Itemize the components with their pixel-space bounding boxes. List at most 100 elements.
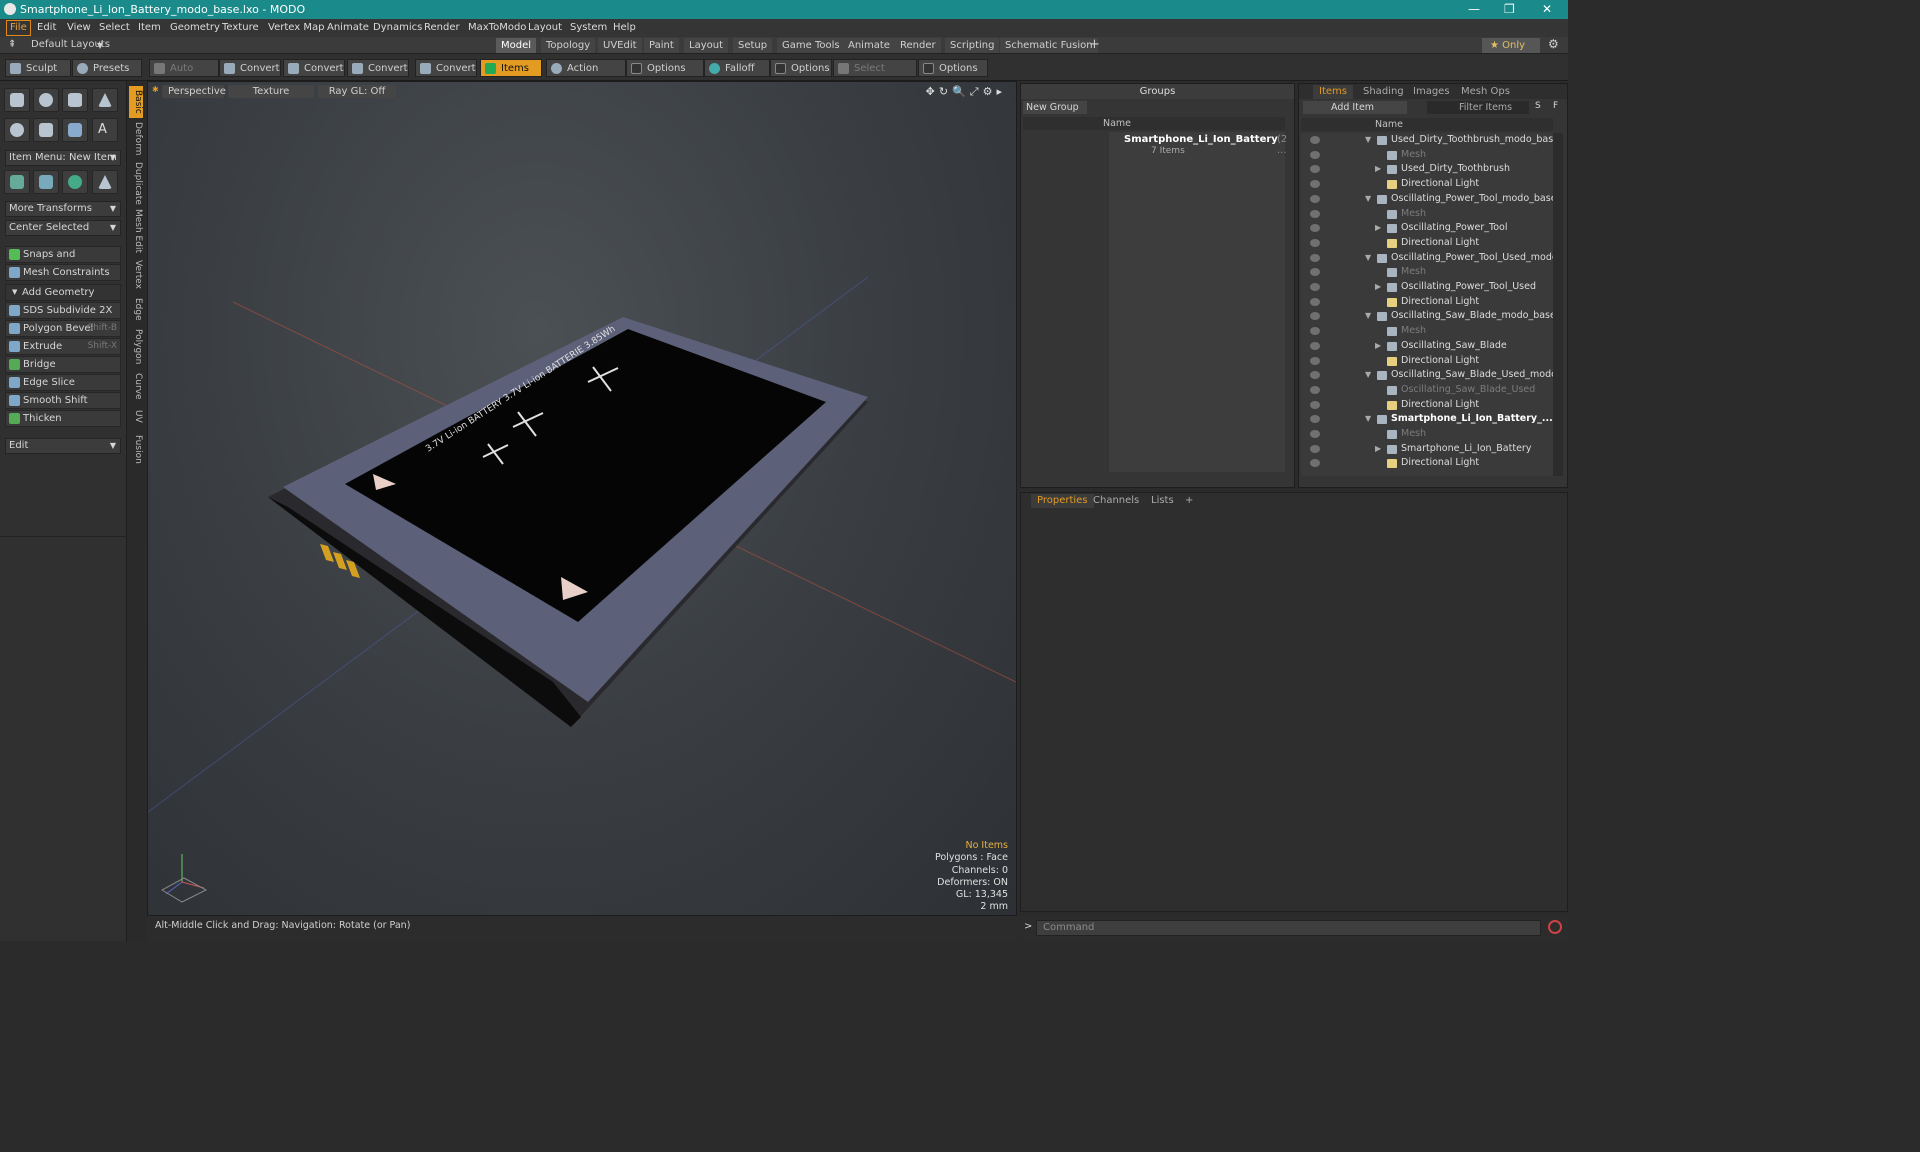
- layouts-icon[interactable]: ⇞: [8, 39, 16, 50]
- visibility-eye-icon[interactable]: [1310, 209, 1320, 218]
- tree-row[interactable]: ▼ Oscillating_Saw_Blade_Used_modo_...: [1301, 368, 1553, 383]
- expand-triangle-icon[interactable]: ▶: [1375, 162, 1381, 177]
- expand-triangle-icon[interactable]: ▶: [1375, 280, 1381, 295]
- pen-tool-button[interactable]: [62, 118, 88, 142]
- tree-row[interactable]: ▶ Used_Dirty_Toothbrush: [1301, 162, 1553, 177]
- expand-triangle-icon[interactable]: ▼: [1365, 192, 1371, 207]
- visibility-eye-icon[interactable]: [1310, 371, 1320, 380]
- 3d-viewport[interactable]: ✱ Perspective Texture Ray GL: Off ✥↻🔍⤢⚙▸…: [147, 81, 1017, 916]
- menu-help[interactable]: Help: [613, 22, 636, 33]
- edge-slice-button[interactable]: Edge Slice: [5, 374, 121, 391]
- tree-row[interactable]: Directional Light: [1301, 456, 1553, 471]
- sphere-tool-button[interactable]: [33, 88, 59, 112]
- tab-layout[interactable]: Layout: [684, 38, 728, 53]
- visibility-eye-icon[interactable]: [1310, 430, 1320, 438]
- menu-select[interactable]: Select: [99, 22, 130, 33]
- menu-system[interactable]: System: [570, 22, 607, 33]
- vtab-curve[interactable]: Curve: [129, 371, 143, 401]
- tree-row[interactable]: ▶ Oscillating_Power_Tool: [1301, 221, 1553, 236]
- menu-file[interactable]: File: [6, 20, 31, 36]
- menu-animate[interactable]: Animate: [327, 22, 369, 33]
- maximize-button[interactable]: ❐: [1504, 2, 1515, 16]
- visibility-eye-icon[interactable]: [1310, 400, 1320, 409]
- tree-row[interactable]: Mesh: [1301, 148, 1553, 163]
- vtab-vertex[interactable]: Vertex: [129, 258, 143, 290]
- action-center-button[interactable]: Action Center: [546, 59, 626, 92]
- options-button-1[interactable]: Options: [626, 59, 704, 77]
- options-button-2[interactable]: Options: [770, 59, 832, 77]
- tree-row[interactable]: ▶ Oscillating_Power_Tool_Used: [1301, 280, 1553, 295]
- visibility-eye-icon[interactable]: [1310, 341, 1320, 350]
- tree-row[interactable]: Mesh: [1301, 265, 1553, 280]
- grid-tool-button[interactable]: [33, 170, 59, 194]
- tree-row[interactable]: ▶ Oscillating_Saw_Blade: [1301, 339, 1553, 354]
- menu-edit[interactable]: Edit: [37, 22, 56, 33]
- text-tool-button[interactable]: A: [92, 118, 118, 142]
- tree-row[interactable]: ▼ Used_Dirty_Toothbrush_modo_base....: [1301, 133, 1553, 148]
- tree-row[interactable]: ▼ Smartphone_Li_Ion_Battery_...: [1301, 412, 1553, 427]
- command-input[interactable]: Command: [1036, 920, 1541, 936]
- items-scrollbar[interactable]: [1553, 133, 1563, 476]
- visibility-eye-icon[interactable]: [1310, 253, 1320, 262]
- vtab-basic[interactable]: Basic: [129, 86, 143, 118]
- visibility-eye-icon[interactable]: [1310, 444, 1320, 453]
- sculpt-button[interactable]: Sculpt: [5, 59, 71, 77]
- transform-tool-button[interactable]: [4, 170, 30, 194]
- visibility-eye-icon[interactable]: [1310, 283, 1320, 291]
- visibility-eye-icon[interactable]: [1310, 385, 1320, 394]
- cone-tool-button[interactable]: [92, 88, 118, 112]
- visibility-eye-icon[interactable]: [1310, 165, 1320, 174]
- tree-row[interactable]: Mesh: [1301, 324, 1553, 339]
- expand-triangle-icon[interactable]: ▼: [1365, 368, 1371, 383]
- vtab-edge[interactable]: Edge: [129, 295, 143, 323]
- visibility-eye-icon[interactable]: [1310, 327, 1320, 336]
- extrude-button[interactable]: Extrude Shift-X: [5, 338, 121, 355]
- edit-dropdown[interactable]: Edit ▼: [5, 438, 121, 454]
- convert-button-2[interactable]: Convert: [283, 59, 345, 77]
- tree-row[interactable]: Directional Light: [1301, 398, 1553, 413]
- expand-triangle-icon[interactable]: ▶: [1375, 442, 1381, 457]
- cylinder-tool-button[interactable]: [62, 88, 88, 112]
- visibility-eye-icon[interactable]: [1310, 238, 1320, 247]
- tree-row[interactable]: Oscillating_Saw_Blade_Used: [1301, 383, 1553, 398]
- only-toggle[interactable]: ★ Only: [1482, 38, 1540, 53]
- tree-row[interactable]: Directional Light: [1301, 354, 1553, 369]
- expand-triangle-icon[interactable]: ▼: [1365, 251, 1371, 266]
- item-menu-dropdown[interactable]: Item Menu: New Item ▼: [5, 150, 121, 166]
- tree-row[interactable]: ▶ Smartphone_Li_Ion_Battery: [1301, 442, 1553, 457]
- menu-view[interactable]: View: [67, 22, 91, 33]
- add-tab-button[interactable]: +: [1179, 494, 1199, 508]
- tab-channels[interactable]: Channels: [1087, 494, 1145, 508]
- tab-model[interactable]: Model: [496, 38, 537, 53]
- tab-mesh-ops[interactable]: Mesh Ops: [1455, 85, 1516, 99]
- tree-row[interactable]: ▼ Oscillating_Power_Tool_modo_base.lxo: [1301, 192, 1553, 207]
- tab-schematic-fusion[interactable]: Schematic Fusion: [1000, 38, 1098, 53]
- tree-row[interactable]: ▼ Oscillating_Power_Tool_Used_modo_...: [1301, 251, 1553, 266]
- minimize-button[interactable]: —: [1468, 2, 1480, 16]
- visibility-eye-icon[interactable]: [1310, 459, 1320, 468]
- snaps-button[interactable]: Snaps and Precision: [5, 246, 121, 275]
- gear-icon[interactable]: ⚙: [1548, 37, 1559, 51]
- polygon-bevel-button[interactable]: Polygon Bevel Shift-B: [5, 320, 121, 337]
- visibility-eye-icon[interactable]: [1310, 312, 1320, 321]
- add-item-dropdown[interactable]: Add Item: [1303, 101, 1407, 114]
- visibility-eye-icon[interactable]: [1310, 224, 1320, 233]
- filter-f-toggle[interactable]: F: [1553, 101, 1558, 111]
- pyramid-tool-button[interactable]: [92, 170, 118, 194]
- menu-maxtomodo[interactable]: MaxToModo: [468, 22, 526, 33]
- tab-topology[interactable]: Topology: [541, 38, 596, 53]
- expand-triangle-icon[interactable]: ▶: [1375, 221, 1381, 236]
- visibility-eye-icon[interactable]: [1310, 150, 1320, 159]
- auto-select-button[interactable]: Auto Select: [149, 59, 219, 92]
- expand-triangle-icon[interactable]: ▼: [1365, 133, 1371, 148]
- torus-tool-button[interactable]: [4, 118, 30, 142]
- visibility-eye-icon[interactable]: [1310, 180, 1320, 189]
- convert-button-1[interactable]: Convert: [219, 59, 281, 77]
- filter-items-input[interactable]: Filter Items: [1427, 101, 1529, 114]
- tree-row[interactable]: Directional Light: [1301, 177, 1553, 192]
- visibility-eye-icon[interactable]: [1310, 297, 1320, 306]
- vtab-uv[interactable]: UV: [129, 406, 143, 426]
- visibility-eye-icon[interactable]: [1310, 356, 1320, 365]
- expand-triangle-icon[interactable]: ▶: [1375, 339, 1381, 354]
- cube-tool-button[interactable]: [4, 88, 30, 112]
